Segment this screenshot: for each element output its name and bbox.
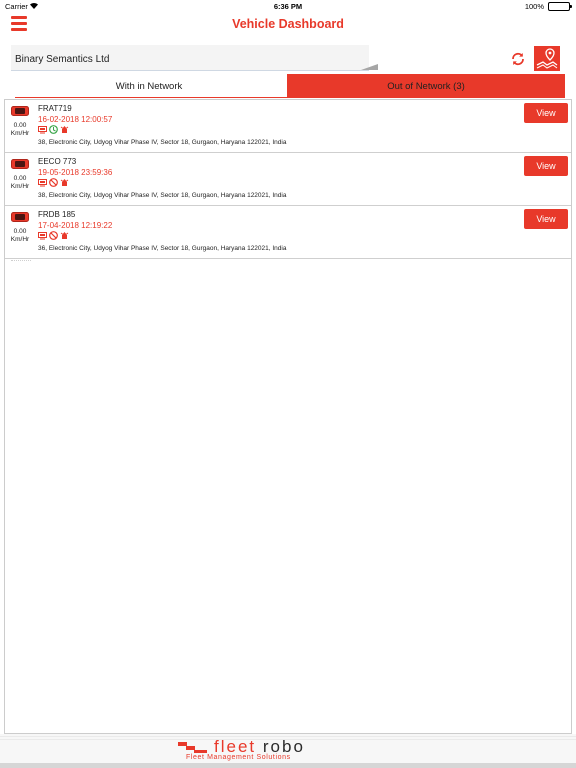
list-item[interactable]: 0.00 Km/Hr FRDB 185 17-04-2018 12:19:22 … [5,206,571,259]
status-icons [38,178,69,187]
speed-readout: 0.00 Km/Hr [7,122,33,138]
ignition-on-icon [49,125,58,134]
status-icons [38,231,69,240]
alert-icon [60,179,69,186]
list-divider [11,260,31,261]
ignition-off-icon [49,178,58,187]
gps-icon [38,232,47,240]
alert-icon [60,126,69,133]
company-selector-row: Binary Semantics Ltd [11,45,565,72]
vehicle-datetime: 17-04-2018 12:19:22 [38,221,113,230]
footer-bottom-bar [0,763,576,768]
vehicle-icon [11,212,29,222]
speed-unit: Km/Hr [10,130,30,137]
vehicle-name: EECO 773 [38,157,77,166]
speed-value: 0.00 [13,122,27,129]
alert-icon [60,232,69,239]
map-pin-icon[interactable] [534,46,560,71]
tab-out-of-network[interactable]: Out of Network (3) [287,74,565,98]
view-button[interactable]: View [524,209,568,229]
company-selector[interactable]: Binary Semantics Ltd [11,45,369,71]
speed-readout: 0.00 Km/Hr [7,175,33,191]
fleet-robo-logo-icon [178,742,207,753]
gps-icon [38,126,47,134]
dropdown-corner-icon [361,64,378,70]
list-item[interactable]: 0.00 Km/Hr FRAT719 16-02-2018 12:00:57 3… [5,100,571,153]
speed-unit: Km/Hr [10,183,30,190]
vehicle-datetime: 19-05-2018 23:59:36 [38,168,113,177]
refresh-icon[interactable] [510,51,526,67]
ignition-off-icon [49,231,58,240]
list-item[interactable]: 0.00 Km/Hr EECO 773 19-05-2018 23:59:36 … [5,153,571,206]
network-tabs: With in Network Out of Network (3) [11,74,565,99]
vehicle-name: FRAT719 [38,104,72,113]
vehicle-list[interactable]: 0.00 Km/Hr FRAT719 16-02-2018 12:00:57 3… [4,99,572,734]
status-bar: Carrier 6:36 PM 100% [0,0,576,12]
vehicle-dashboard-screen: Carrier 6:36 PM 100% Vehicle Dashboard B… [0,0,576,768]
brand-tagline: Fleet Management Solutions [186,754,291,761]
speed-readout: 0.00 Km/Hr [7,228,33,244]
speed-value: 0.00 [13,175,27,182]
vehicle-address: 38, Electronic City, Udyog Vihar Phase I… [38,192,287,199]
vehicle-icon [11,159,29,169]
footer: fleet robo Fleet Management Solutions [0,734,576,768]
speed-unit: Km/Hr [10,236,30,243]
vehicle-address: 36, Electronic City, Udyog Vihar Phase I… [38,245,287,252]
clock: 6:36 PM [273,2,303,11]
battery-percentage: 100% [524,2,544,11]
vehicle-icon [11,106,29,116]
view-button[interactable]: View [524,103,568,123]
gps-icon [38,179,47,187]
nav-bar: Vehicle Dashboard [0,12,576,38]
status-icons [38,125,69,134]
view-button[interactable]: View [524,156,568,176]
vehicle-address: 38, Electronic City, Udyog Vihar Phase I… [38,139,287,146]
vehicle-datetime: 16-02-2018 12:00:57 [38,115,113,124]
vehicle-name: FRDB 185 [38,210,76,219]
battery-icon [548,2,572,11]
speed-value: 0.00 [13,228,27,235]
page-title: Vehicle Dashboard [232,17,344,31]
tab-within-network[interactable]: With in Network [11,74,287,98]
